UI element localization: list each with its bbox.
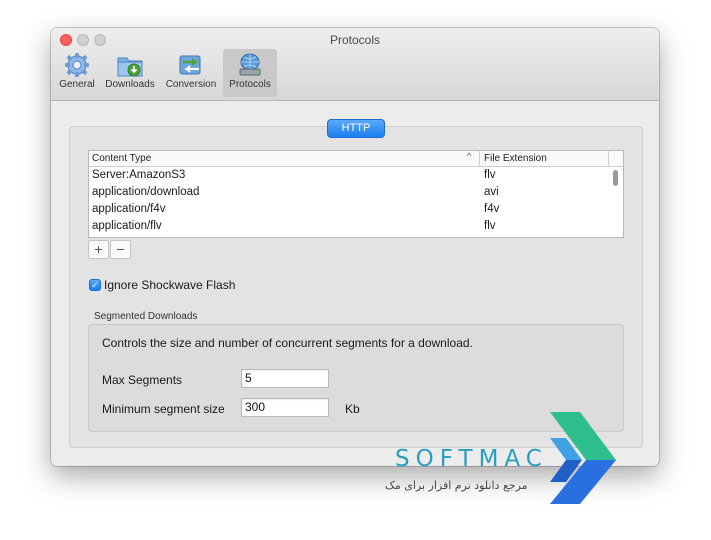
preferences-window: Protocols General Downloads Conversion P… — [51, 28, 659, 466]
watermark-tagline: مرجع دانلود نرم افزار برای مک — [385, 479, 528, 492]
max-segments-input[interactable]: 5 — [241, 369, 329, 388]
toolbar-item-protocols[interactable]: Protocols — [223, 49, 277, 97]
cell-file-extension: flv — [484, 220, 496, 232]
table-row[interactable]: application/f4v f4v — [89, 202, 609, 219]
cell-content-type: application/flv — [92, 220, 162, 232]
toolbar-item-downloads[interactable]: Downloads — [102, 49, 158, 97]
cell-content-type: application/download — [92, 186, 200, 198]
column-divider — [479, 151, 480, 166]
cell-file-extension: f4v — [484, 203, 500, 215]
network-drive-icon — [239, 53, 261, 76]
table-scrollbar[interactable] — [613, 170, 618, 186]
cell-content-type: application/f4v — [92, 203, 166, 215]
window-title: Protocols — [329, 33, 381, 47]
table-row[interactable]: application/download avi — [89, 185, 609, 202]
downloads-folder-icon — [117, 57, 143, 77]
min-segment-size-unit: Kb — [345, 402, 360, 416]
min-segment-size-label: Minimum segment size — [102, 402, 225, 416]
max-segments-label: Max Segments — [102, 373, 183, 387]
segmented-downloads-title: Segmented Downloads — [94, 311, 198, 322]
segmented-description: Controls the size and number of concurre… — [102, 336, 473, 350]
min-segment-size-input[interactable]: 300 — [241, 398, 329, 417]
cell-file-extension: flv — [484, 169, 496, 181]
table-row[interactable]: application/flv flv — [89, 219, 609, 236]
table-row[interactable]: Server:AmazonS3 flv — [89, 168, 609, 185]
remove-row-button[interactable]: − — [110, 240, 131, 259]
table-header: Content Type ^ File Extension — [89, 151, 623, 167]
gear-icon — [65, 53, 89, 77]
ignore-flash-label[interactable]: Ignore Shockwave Flash — [104, 278, 235, 292]
column-header-file-extension[interactable]: File Extension — [484, 153, 547, 164]
column-header-content-type[interactable]: Content Type — [92, 153, 151, 164]
softmac-logo-icon — [550, 412, 616, 504]
toolbar-label-downloads: Downloads — [105, 79, 155, 90]
toolbar-label-general: General — [59, 79, 95, 90]
ignore-flash-checkbox[interactable]: ✓ — [89, 279, 101, 291]
toolbar-item-general[interactable]: General — [57, 49, 97, 97]
add-row-button[interactable]: + — [88, 240, 109, 259]
conversion-arrows-icon — [179, 55, 201, 75]
cell-content-type: Server:AmazonS3 — [92, 169, 186, 181]
toolbar-label-protocols: Protocols — [229, 79, 271, 90]
toolbar-item-conversion[interactable]: Conversion — [163, 49, 219, 97]
toolbar-label-conversion: Conversion — [165, 79, 217, 90]
sort-descending-icon: ^ — [467, 151, 472, 161]
content-type-table[interactable]: Content Type ^ File Extension Server:Ama… — [88, 150, 624, 238]
tab-http[interactable]: HTTP — [327, 119, 385, 138]
title-bar: Protocols General Downloads Conversion P… — [51, 28, 659, 101]
column-divider — [608, 151, 609, 166]
watermark-brand: SOFTMAC — [395, 446, 548, 472]
cell-file-extension: avi — [484, 186, 499, 198]
